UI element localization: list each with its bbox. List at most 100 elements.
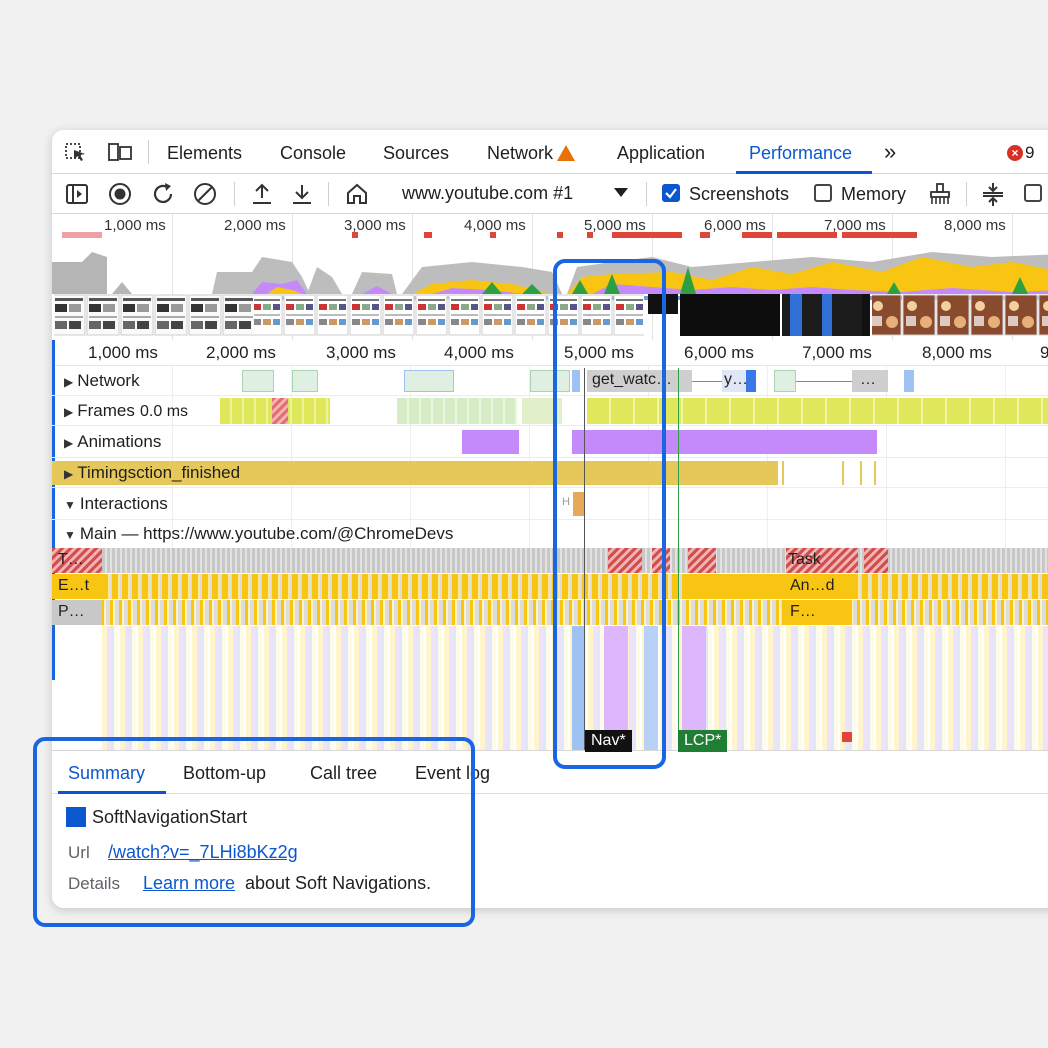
memory-label: Memory xyxy=(841,184,907,204)
record-icon[interactable] xyxy=(107,181,133,207)
ruler-tick: 5,000 ms xyxy=(564,343,634,362)
toolbar-separator xyxy=(328,182,329,206)
track-timings-label[interactable]: ▶ Timingsction_finished xyxy=(64,463,240,483)
track-main-title: Main — https://www.youtube.com/@ChromeDe… xyxy=(79,524,454,543)
flame-block[interactable] xyxy=(682,574,782,599)
flame-block[interactable] xyxy=(572,626,584,750)
flame-block[interactable] xyxy=(644,626,658,750)
track-network[interactable]: ▶ Network get_watc… y… … xyxy=(52,366,1048,396)
main-flame-chart[interactable]: T… Task E…t An…d P… F… xyxy=(52,548,1048,750)
frame-bars[interactable] xyxy=(397,398,517,424)
toggle-sidebar-icon[interactable] xyxy=(64,181,90,207)
network-request-bar[interactable] xyxy=(530,370,570,392)
long-task[interactable] xyxy=(864,548,888,573)
details-label: Details xyxy=(68,874,120,893)
long-task[interactable] xyxy=(608,548,642,573)
screenshots-checkbox[interactable] xyxy=(662,184,680,202)
upload-icon[interactable] xyxy=(249,181,275,207)
memory-checkbox[interactable] xyxy=(814,184,832,202)
collapse-icon[interactable] xyxy=(980,181,1006,207)
inspect-element-icon[interactable] xyxy=(64,142,88,162)
collapse-arrow-icon: ▼ xyxy=(64,528,76,542)
network-request-bar[interactable] xyxy=(242,370,274,392)
url-link[interactable]: /watch?v=_7LHi8bKz2g xyxy=(108,842,298,863)
long-task[interactable] xyxy=(652,548,670,573)
dropped-frame[interactable] xyxy=(272,398,288,424)
home-icon[interactable] xyxy=(344,181,370,207)
event-color-swatch xyxy=(66,807,86,827)
chevron-down-icon[interactable] xyxy=(614,188,628,197)
network-request-label: get_watc… xyxy=(592,371,673,388)
timing-mark xyxy=(860,461,862,485)
timing-mark xyxy=(874,461,876,485)
network-request-bar[interactable] xyxy=(292,370,318,392)
tab-call-tree[interactable]: Call tree xyxy=(310,763,377,784)
details-tab-divider xyxy=(52,793,1048,794)
track-animations[interactable]: ▶ Animations xyxy=(52,426,1048,458)
active-details-tab-indicator xyxy=(58,791,166,794)
recording-select[interactable]: www.youtube.com #1 xyxy=(402,183,573,204)
network-request-bar[interactable] xyxy=(404,370,454,392)
long-task-markers xyxy=(62,232,917,238)
track-main-label[interactable]: ▼ Main — https://www.youtube.com/@ChromeD… xyxy=(64,524,453,544)
tab-console[interactable]: Console xyxy=(280,143,346,164)
track-animations-title: Animations xyxy=(77,432,162,451)
url-label: Url xyxy=(68,843,90,862)
tab-network[interactable]: Network xyxy=(487,143,576,164)
animation-bar[interactable] xyxy=(462,430,519,454)
network-request-bar[interactable] xyxy=(774,370,796,392)
track-network-label[interactable]: ▶ Network xyxy=(64,371,140,391)
track-frames-label[interactable]: ▶ Frames xyxy=(64,401,135,421)
tab-elements[interactable]: Elements xyxy=(167,143,242,164)
garbage-collect-icon[interactable] xyxy=(927,181,953,207)
settings-checkbox[interactable] xyxy=(1024,184,1042,202)
error-count-badge[interactable]: × 9 xyxy=(1007,143,1034,163)
flame-row-parse[interactable] xyxy=(52,600,1048,625)
network-request-bar[interactable] xyxy=(572,370,580,392)
tab-application[interactable]: Application xyxy=(617,143,705,164)
nav-marker[interactable]: Nav* xyxy=(585,730,632,752)
more-tabs-icon[interactable]: » xyxy=(884,139,896,165)
track-interactions[interactable]: ▼ Interactions H xyxy=(52,488,1048,520)
track-frames[interactable]: ▶ Frames 0.0 ms xyxy=(52,396,1048,426)
learn-more-link[interactable]: Learn more xyxy=(143,873,235,894)
long-task[interactable] xyxy=(688,548,716,573)
flame-row-events[interactable] xyxy=(52,574,1048,599)
frame-bars[interactable] xyxy=(522,398,562,424)
flame-label: P… xyxy=(58,603,85,620)
flame-label: Task xyxy=(788,551,821,568)
download-icon[interactable] xyxy=(289,181,315,207)
flame-block[interactable] xyxy=(842,732,852,742)
timeline-ruler[interactable]: 1,000 ms 2,000 ms 3,000 ms 4,000 ms 5,00… xyxy=(52,340,1048,366)
track-frames-title: Frames xyxy=(77,401,135,420)
timeline-overview[interactable]: 1,000 ms 2,000 ms 3,000 ms 4,000 ms 5,00… xyxy=(52,214,1048,340)
collapse-arrow-icon: ▼ xyxy=(64,498,76,512)
track-main[interactable]: ▼ Main — https://www.youtube.com/@ChromeD… xyxy=(52,520,1048,548)
tab-bottom-up[interactable]: Bottom-up xyxy=(183,763,266,784)
clear-icon[interactable] xyxy=(192,181,218,207)
reload-record-icon[interactable] xyxy=(150,181,176,207)
error-count: 9 xyxy=(1025,143,1035,162)
track-timings[interactable]: ▶ Timingsction_finished xyxy=(52,458,1048,488)
tab-separator xyxy=(148,140,149,164)
track-animations-label[interactable]: ▶ Animations xyxy=(64,432,161,452)
network-request-bar[interactable] xyxy=(904,370,914,392)
screenshots-label: Screenshots xyxy=(689,184,790,204)
network-request-label: … xyxy=(860,371,876,388)
tab-sources[interactable]: Sources xyxy=(383,143,449,164)
devtools-panel: Elements Console Sources Network Applica… xyxy=(52,130,1048,908)
track-interactions-label[interactable]: ▼ Interactions xyxy=(64,494,168,514)
device-toolbar-icon[interactable] xyxy=(108,142,132,162)
ruler-tick: 4,000 ms xyxy=(444,343,514,362)
tab-summary[interactable]: Summary xyxy=(68,763,145,784)
warning-icon xyxy=(557,145,576,161)
tab-performance[interactable]: Performance xyxy=(749,143,852,164)
timing-overlay-label: ction_finished xyxy=(136,463,241,482)
frame-bars[interactable] xyxy=(587,398,1048,424)
toolbar-separator xyxy=(646,182,647,206)
tab-event-log[interactable]: Event log xyxy=(415,763,490,784)
flame-row-tasks[interactable] xyxy=(52,548,1048,573)
animation-bar[interactable] xyxy=(572,430,877,454)
lcp-marker[interactable]: LCP* xyxy=(678,730,728,752)
ruler-tick: 6,000 ms xyxy=(684,343,754,362)
